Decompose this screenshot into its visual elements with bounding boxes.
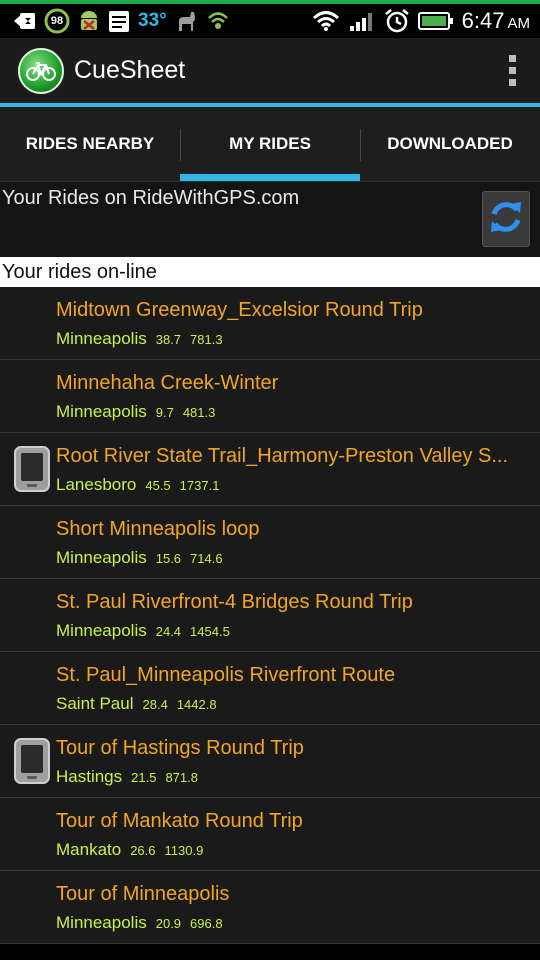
signal-icon	[348, 10, 376, 32]
ride-meta: Minneapolis 24.4 1454.5	[56, 621, 230, 641]
ride-meta: Hastings 21.5 871.8	[56, 767, 198, 787]
ride-distance: 9.7	[155, 405, 174, 420]
ride-list-item[interactable]: Short Minneapolis loop Minneapolis 15.6 714…	[0, 506, 540, 579]
ride-distance: 28.4	[142, 697, 168, 712]
ride-city: Minneapolis	[56, 548, 147, 567]
ride-distance: 20.9	[155, 916, 182, 931]
ride-distance: 24.4	[155, 624, 182, 639]
ride-meta: Minneapolis 20.9 696.8	[56, 913, 223, 933]
ride-name: Minnehaha Creek-Winter	[56, 372, 279, 394]
ride-list: Midtown Greenway_Excelsior Round Trip Min…	[0, 287, 540, 944]
ride-city: Hastings	[56, 767, 123, 786]
ride-elevation: 1442.8	[176, 697, 217, 712]
notes-icon	[108, 9, 130, 33]
clock-time: 6:47	[461, 8, 505, 33]
battery-badge-value: 98	[50, 15, 64, 27]
ride-name: Tour of Hastings Round Trip	[56, 737, 304, 759]
ride-elevation: 1454.5	[190, 624, 230, 639]
ride-city: Minneapolis	[56, 621, 147, 640]
phone-icon	[14, 738, 50, 784]
ride-list-item[interactable]: Tour of Mankato Round Trip Mankato 26.6 113…	[0, 798, 540, 871]
tab-my-rides[interactable]: MY RIDES	[180, 107, 360, 181]
tab-bar: RIDES NEARBY MY RIDES DOWNLOADED	[0, 107, 540, 182]
ride-name: Tour of Mankato Round Trip	[56, 810, 303, 832]
ride-meta: Saint Paul 28.4 1442.8	[56, 694, 217, 714]
refresh-button[interactable]	[482, 191, 530, 247]
ride-name: Tour of Minneapolis	[56, 883, 230, 905]
ride-elevation: 696.8	[190, 916, 223, 931]
tab-downloaded[interactable]: DOWNLOADED	[360, 107, 540, 181]
ride-name: Midtown Greenway_Excelsior Round Trip	[56, 299, 423, 321]
rides-header: Your Rides on RideWithGPS.com	[0, 182, 540, 257]
ride-elevation: 714.6	[190, 551, 223, 566]
section-label: Your rides on-line	[0, 257, 540, 287]
ride-city: Minneapolis	[56, 329, 147, 348]
ride-list-item[interactable]: Tour of Minneapolis Minneapolis 20.9 696.8	[0, 871, 540, 944]
ride-list-item[interactable]: St. Paul_Minneapolis Riverfront Route Sai…	[0, 652, 540, 725]
ride-elevation: 871.8	[165, 770, 198, 785]
ride-list-item[interactable]: Tour of Hastings Round Trip Hastings 21.5 8…	[0, 725, 540, 798]
ride-distance: 26.6	[130, 843, 156, 858]
status-bar: 98 33° 6:47 AM	[0, 0, 540, 38]
action-bar: CueSheet	[0, 38, 540, 107]
ride-distance: 38.7	[155, 332, 182, 347]
clock: 6:47 AM	[462, 8, 530, 34]
ride-meta: Minneapolis 15.6 714.6	[56, 548, 223, 568]
clock-ampm: AM	[507, 15, 531, 32]
bicycle-icon[interactable]	[18, 47, 64, 94]
app-title: CueSheet	[74, 56, 186, 84]
ride-elevation: 1737.1	[179, 478, 220, 493]
ride-distance: 15.6	[155, 551, 182, 566]
ride-list-item[interactable]: Root River State Trail_Harmony-Preston V…	[0, 433, 540, 506]
ride-name: St. Paul_Minneapolis Riverfront Route	[56, 664, 396, 686]
ride-list-item[interactable]: St. Paul Riverfront-4 Bridges Round Trip…	[0, 579, 540, 652]
wifi-shield-icon	[207, 10, 229, 32]
ride-list-item[interactable]: Minnehaha Creek-Winter Minneapolis 9.7 481.…	[0, 360, 540, 433]
ride-city: Lanesboro	[56, 475, 137, 494]
temperature: 33°	[138, 10, 167, 31]
ride-city: Mankato	[56, 840, 122, 859]
ride-meta: Lanesboro 45.5 1737.1	[56, 475, 219, 495]
ride-city: Saint Paul	[56, 694, 134, 713]
battery-badge-icon: 98	[44, 8, 70, 34]
rides-header-title: Your Rides on RideWithGPS.com	[2, 187, 300, 209]
ride-distance: 45.5	[145, 478, 171, 493]
alarm-icon	[384, 8, 410, 34]
battery-icon	[417, 11, 454, 31]
ride-elevation: 481.3	[182, 405, 216, 420]
wifi-icon	[312, 10, 340, 32]
overflow-menu-icon[interactable]	[484, 41, 540, 101]
ride-list-item[interactable]: Midtown Greenway_Excelsior Round Trip Min…	[0, 287, 540, 360]
ride-name: Root River State Trail_Harmony-Preston V…	[56, 445, 509, 467]
ride-meta: Minneapolis 38.7 781.3	[56, 329, 223, 349]
tab-rides-nearby[interactable]: RIDES NEARBY	[0, 107, 180, 181]
ride-distance: 21.5	[131, 770, 157, 785]
ride-elevation: 781.3	[190, 332, 223, 347]
phone-icon	[14, 446, 50, 492]
ride-city: Minneapolis	[56, 402, 147, 421]
ride-meta: Mankato 26.6 1130.9	[56, 840, 203, 860]
ride-elevation: 1130.9	[164, 843, 204, 858]
llama-icon	[175, 9, 199, 33]
ride-city: Minneapolis	[56, 913, 147, 932]
ride-meta: Minneapolis 9.7 481.3	[56, 402, 215, 422]
ride-name: Short Minneapolis loop	[56, 518, 260, 540]
back-icon	[14, 12, 36, 30]
refresh-icon	[487, 196, 525, 243]
android-debug-icon	[78, 9, 100, 33]
ride-name: St. Paul Riverfront-4 Bridges Round Trip	[56, 591, 413, 613]
